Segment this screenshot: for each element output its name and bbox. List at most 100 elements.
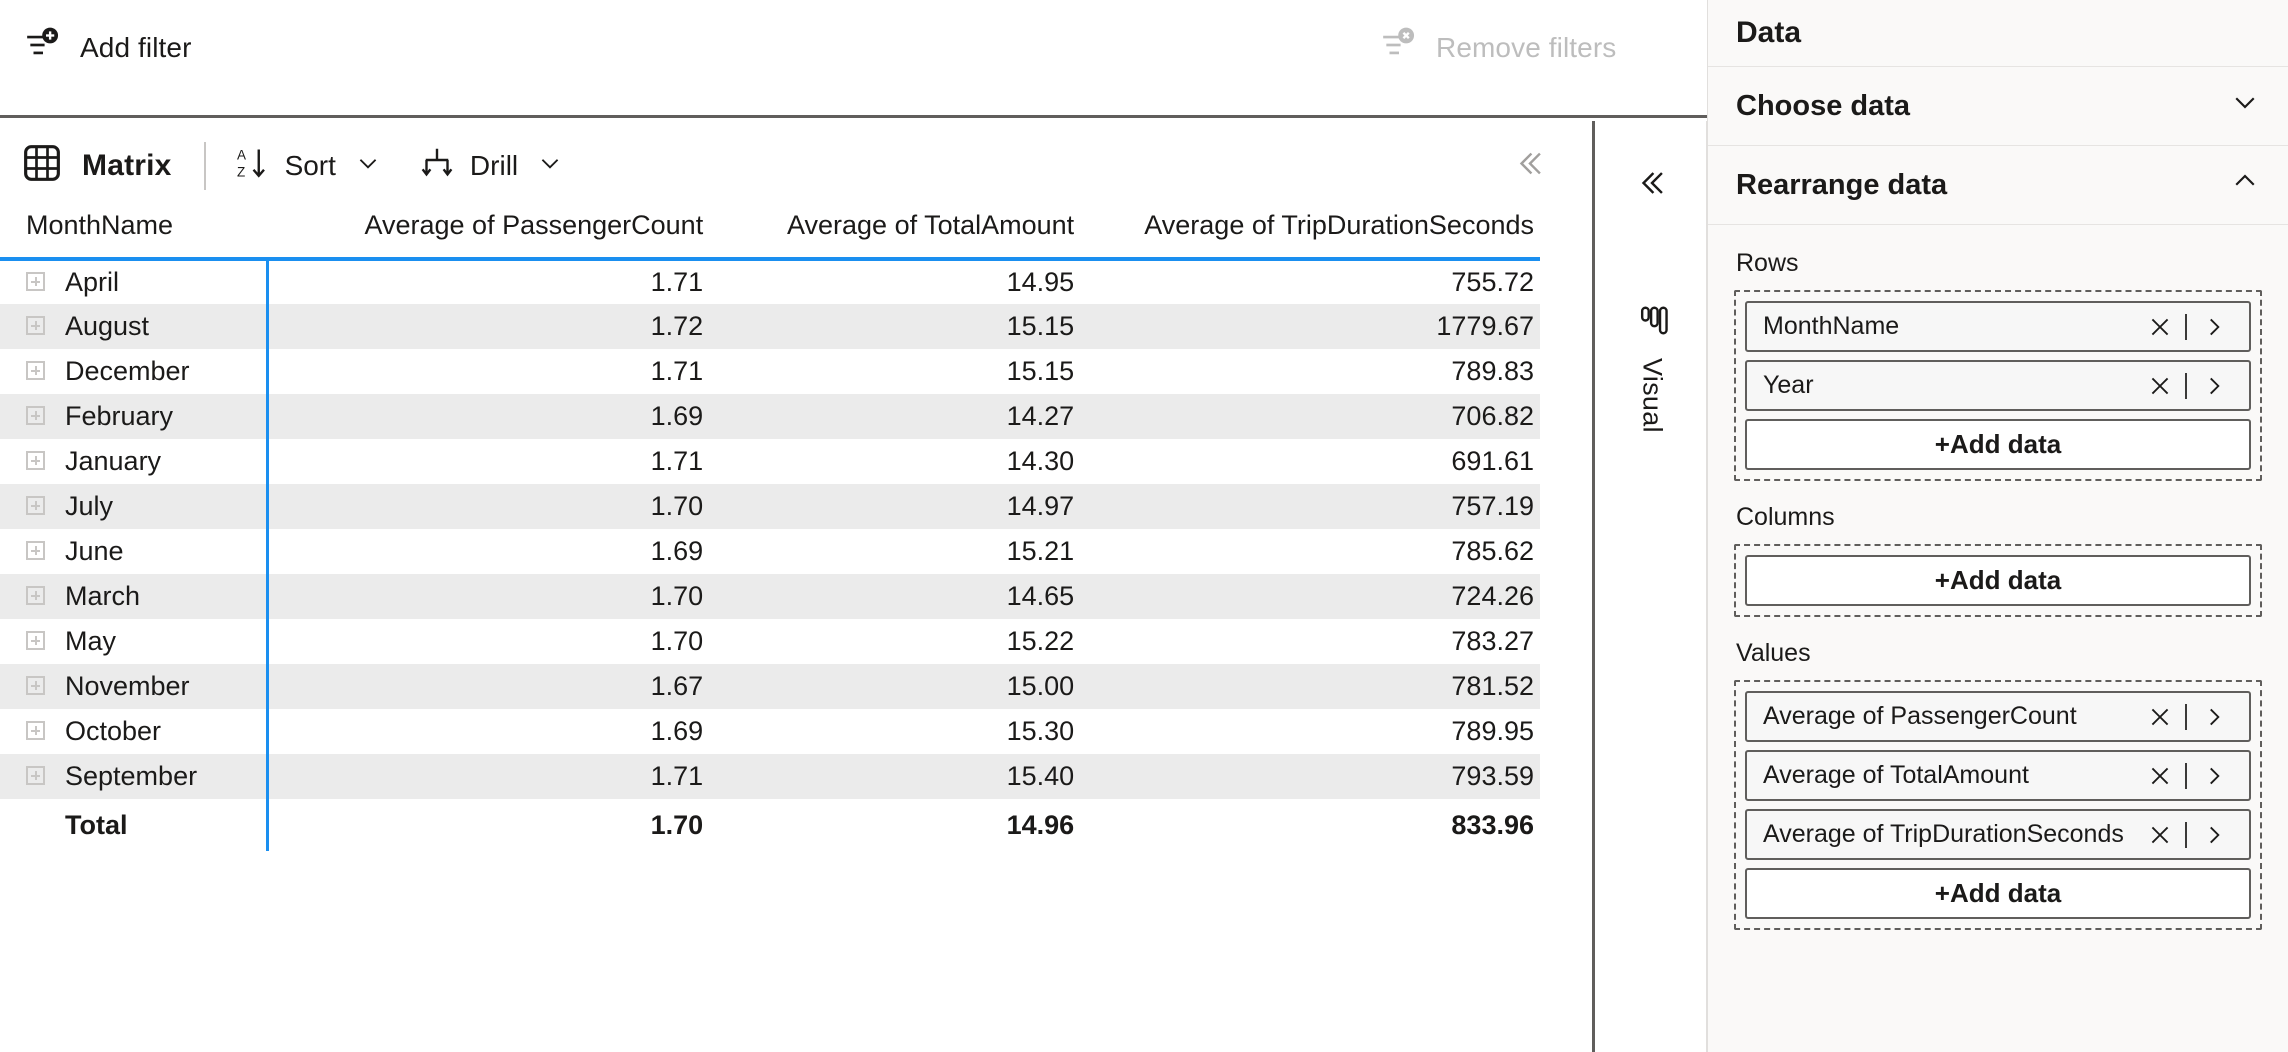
close-icon[interactable] [2135,822,2185,848]
table-row[interactable]: September 1.71 15.40 793.59 [0,754,1540,799]
expand-plus-icon[interactable] [26,541,45,561]
sort-button[interactable]: A Z Sort [234,145,381,186]
row-header-cell[interactable]: April [0,259,269,304]
close-icon[interactable] [2135,373,2185,399]
value-cell-totalamount[interactable]: 14.27 [709,394,1081,439]
table-total-row[interactable]: Total 1.70 14.96 833.96 [0,799,1540,851]
value-cell-tripduration[interactable]: 793.59 [1080,754,1540,799]
value-cell-totalamount[interactable]: 14.95 [709,259,1080,304]
row-header-cell[interactable]: March [0,574,269,619]
value-cell-totalamount[interactable]: 14.30 [709,439,1080,484]
value-cell-tripduration[interactable]: 781.52 [1080,664,1540,709]
column-header-passengercount[interactable]: Average of PassengerCount [267,210,710,261]
value-cell-tripduration[interactable]: 1779.67 [1080,304,1540,349]
value-cell-totalamount[interactable]: 15.22 [709,619,1080,664]
expand-plus-icon[interactable] [26,721,45,741]
value-cell-totalamount[interactable]: 15.21 [709,529,1080,574]
field-chip[interactable]: Average of PassengerCount [1745,691,2251,742]
value-cell-tripduration[interactable]: 755.72 [1080,259,1540,304]
chevron-right-icon[interactable] [2187,822,2239,848]
value-cell-totalamount[interactable]: 15.40 [709,754,1081,799]
table-row[interactable]: October 1.69 15.30 789.95 [0,709,1540,754]
value-cell-tripduration[interactable]: 691.61 [1080,439,1540,484]
expand-plus-icon[interactable] [26,272,45,292]
value-cell-passengercount[interactable]: 1.70 [267,574,710,619]
field-chip[interactable]: Average of TotalAmount [1745,750,2251,801]
table-row[interactable]: April 1.71 14.95 755.72 [0,259,1540,304]
column-header-monthname[interactable]: MonthName [0,210,268,261]
row-header-cell[interactable]: May [0,619,269,664]
value-cell-passengercount[interactable]: 1.69 [267,529,709,574]
table-row[interactable]: August 1.72 15.15 1779.67 [0,304,1540,349]
value-cell-tripduration[interactable]: 789.95 [1080,709,1540,754]
value-cell-passengercount[interactable]: 1.67 [267,664,710,709]
matrix-collapse-button[interactable] [1513,146,1547,185]
value-cell-passengercount[interactable]: 1.70 [267,484,710,529]
table-row[interactable]: June 1.69 15.21 785.62 [0,529,1540,574]
table-row[interactable]: November 1.67 15.00 781.52 [0,664,1540,709]
bucket-values[interactable]: Average of PassengerCount Average of Tota… [1734,680,2262,930]
expand-plus-icon[interactable] [26,361,45,381]
table-row[interactable]: February 1.69 14.27 706.82 [0,394,1540,439]
chevron-right-icon[interactable] [2187,373,2239,399]
row-header-cell[interactable]: January [0,439,269,484]
row-header-cell[interactable]: February [0,394,269,439]
expand-plus-icon[interactable] [26,406,45,426]
value-cell-totalamount[interactable]: 14.65 [709,574,1081,619]
expand-plus-icon[interactable] [26,766,45,786]
value-cell-passengercount[interactable]: 1.72 [267,304,710,349]
field-chip[interactable]: Year [1745,360,2251,411]
section-choose-data[interactable]: Choose data [1708,67,2288,146]
row-header-cell[interactable]: July [0,484,269,529]
chevron-down-icon[interactable] [355,150,381,181]
table-row[interactable]: May 1.70 15.22 783.27 [0,619,1540,664]
bucket-columns[interactable]: +Add data [1734,544,2262,617]
value-cell-passengercount[interactable]: 1.70 [267,619,709,664]
remove-filters-button[interactable]: Remove filters [1380,26,1616,69]
expand-plus-icon[interactable] [26,451,45,471]
value-cell-passengercount[interactable]: 1.69 [267,394,710,439]
table-row[interactable]: January 1.71 14.30 691.61 [0,439,1540,484]
value-cell-passengercount[interactable]: 1.71 [267,349,709,394]
bucket-rows[interactable]: MonthName Year +Add data [1734,290,2262,481]
chevron-right-icon[interactable] [2187,704,2239,730]
expand-plus-icon[interactable] [26,631,45,651]
value-cell-totalamount[interactable]: 15.15 [709,349,1080,394]
add-filter-button[interactable]: Add filter [24,26,192,69]
value-cell-passengercount[interactable]: 1.71 [267,754,710,799]
expand-plus-icon[interactable] [26,316,45,336]
add-data-button-values[interactable]: +Add data [1745,868,2251,919]
close-icon[interactable] [2135,704,2185,730]
value-cell-passengercount[interactable]: 1.69 [267,709,709,754]
chevron-down-icon[interactable] [537,150,563,181]
row-header-cell[interactable]: September [0,754,269,799]
field-chip[interactable]: MonthName [1745,301,2251,352]
table-row[interactable]: July 1.70 14.97 757.19 [0,484,1540,529]
value-cell-totalamount[interactable]: 15.00 [709,664,1081,709]
value-cell-totalamount[interactable]: 15.30 [709,709,1080,754]
row-header-cell[interactable]: December [0,349,269,394]
row-header-cell[interactable]: November [0,664,269,709]
visual-rail-collapse-button[interactable] [1635,166,1669,205]
value-cell-tripduration[interactable]: 724.26 [1080,574,1540,619]
chevron-right-icon[interactable] [2187,314,2239,340]
close-icon[interactable] [2135,763,2185,789]
chevron-right-icon[interactable] [2187,763,2239,789]
column-header-totalamount[interactable]: Average of TotalAmount [709,210,1081,261]
expand-plus-icon[interactable] [26,586,45,606]
drill-button[interactable]: Drill [419,145,563,186]
add-data-button-rows[interactable]: +Add data [1745,419,2251,470]
section-rearrange-data[interactable]: Rearrange data [1708,146,2288,225]
column-header-tripdurationseconds[interactable]: Average of TripDurationSeconds [1080,210,1540,261]
value-cell-tripduration[interactable]: 706.82 [1080,394,1540,439]
value-cell-passengercount[interactable]: 1.71 [267,259,709,304]
expand-plus-icon[interactable] [26,496,45,516]
value-cell-passengercount[interactable]: 1.71 [267,439,709,484]
row-header-cell[interactable]: August [0,304,269,349]
value-cell-tripduration[interactable]: 757.19 [1080,484,1540,529]
chevron-up-icon[interactable] [2230,166,2260,204]
close-icon[interactable] [2135,314,2185,340]
row-header-cell[interactable]: October [0,709,269,754]
value-cell-tripduration[interactable]: 783.27 [1080,619,1540,664]
field-chip[interactable]: Average of TripDurationSeconds [1745,809,2251,860]
